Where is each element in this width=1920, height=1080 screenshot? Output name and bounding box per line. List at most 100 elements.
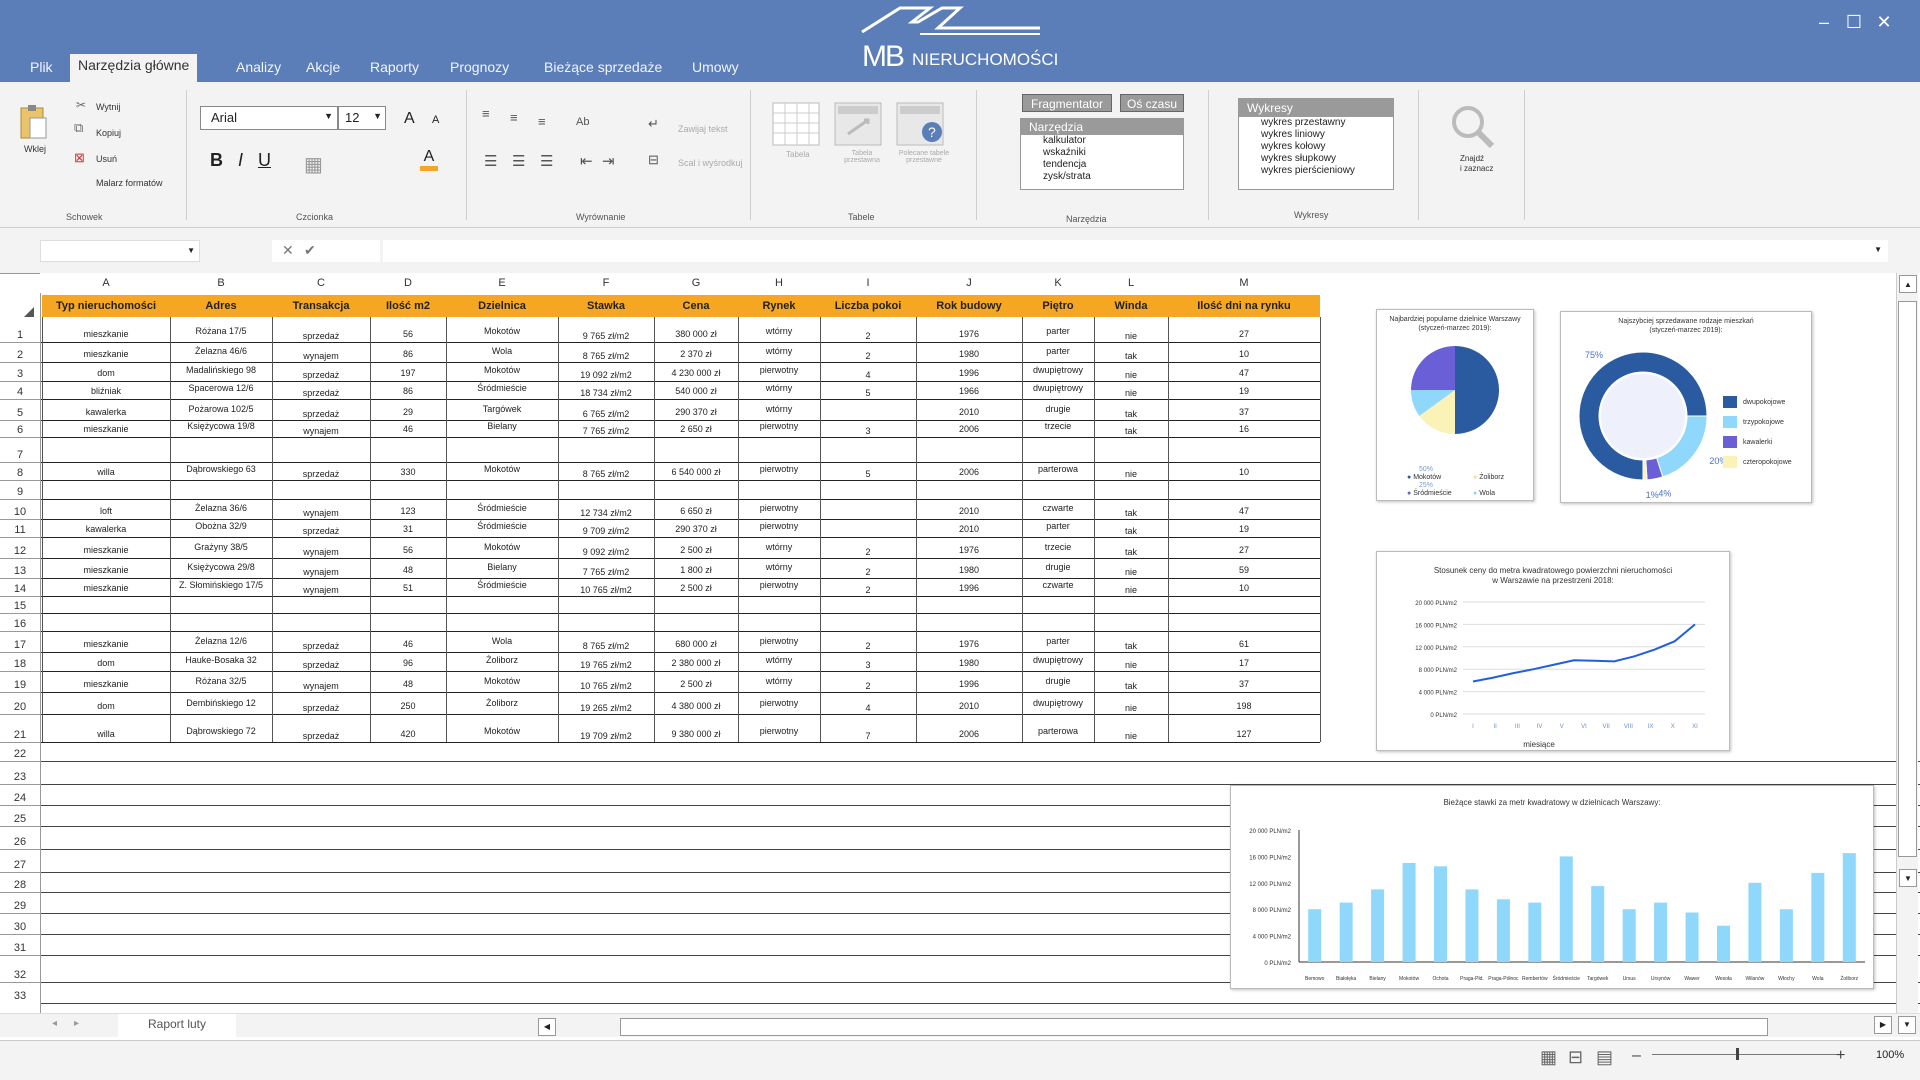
table-cell[interactable]: 4 — [820, 370, 916, 380]
table-cell[interactable]: 27 — [1168, 329, 1320, 339]
tools-item-1[interactable]: wskaźniki — [1021, 147, 1183, 159]
table-cell[interactable]: 123 — [370, 506, 446, 516]
table-cell[interactable]: wtórny — [738, 326, 820, 336]
row-header-21[interactable]: 21 — [0, 729, 40, 742]
table-cell[interactable]: 420 — [370, 729, 446, 739]
table-cell[interactable]: Bielany — [446, 421, 558, 431]
bar-Praga-Płd.[interactable] — [1465, 889, 1479, 962]
table-cell[interactable]: 12 734 zł/m2 — [558, 508, 654, 518]
table-cell[interactable]: sprzedaż — [272, 331, 370, 341]
table-cell[interactable]: Pożarowa 102/5 — [170, 404, 272, 414]
row-header-29[interactable]: 29 — [0, 900, 40, 913]
table-cell[interactable]: pierwotny — [738, 580, 820, 590]
wrap-text-icon[interactable]: ↵ — [648, 116, 659, 132]
charts-listbox[interactable]: Wykresy wykres przestawny wykres liniowy w… — [1238, 98, 1394, 190]
table-cell[interactable]: Śródmieście — [446, 503, 558, 513]
column-header-D[interactable]: D — [370, 273, 446, 293]
name-box[interactable]: ▼ — [40, 240, 200, 262]
table-cell[interactable]: 48 — [370, 565, 446, 575]
table-cell[interactable]: 1976 — [916, 639, 1022, 649]
bar-Ursus[interactable] — [1622, 909, 1636, 962]
table-cell[interactable]: wynajem — [272, 567, 370, 577]
table-cell[interactable]: tak — [1094, 526, 1168, 536]
table-cell[interactable]: wynajem — [272, 351, 370, 361]
table-cell[interactable]: sprzedaż — [272, 731, 370, 741]
table-cell[interactable]: 4 230 000 zł — [654, 368, 738, 378]
table-cell[interactable]: sprzedaż — [272, 641, 370, 651]
row-header-33[interactable]: 33 — [0, 990, 40, 1003]
table-cell[interactable]: Mokotów — [446, 326, 558, 336]
table-cell[interactable]: 2 370 zł — [654, 349, 738, 359]
table-cell[interactable]: sprzedaż — [272, 469, 370, 479]
row-header-32[interactable]: 32 — [0, 969, 40, 982]
table-cell[interactable]: 2 500 zł — [654, 583, 738, 593]
merge-center-button[interactable]: Scal i wyśrodkuj — [678, 158, 743, 168]
page-break-icon[interactable]: ▤ — [1596, 1047, 1613, 1068]
row-header-19[interactable]: 19 — [0, 679, 40, 692]
table-cell[interactable]: 37 — [1168, 679, 1320, 689]
table-cell[interactable]: Żoliborz — [446, 698, 558, 708]
table-cell[interactable]: 96 — [370, 658, 446, 668]
table-cell[interactable]: 197 — [370, 368, 446, 378]
table-cell[interactable]: Śródmieście — [446, 521, 558, 531]
column-header-A[interactable]: A — [42, 273, 170, 293]
row-header-2[interactable]: 2 — [0, 349, 40, 362]
table-cell[interactable]: 1980 — [916, 349, 1022, 359]
bar-Bielany[interactable] — [1371, 889, 1385, 962]
row-header-9[interactable]: 9 — [0, 486, 40, 499]
table-cell[interactable]: Spacerowa 12/6 — [170, 383, 272, 393]
table-cell[interactable]: 6 765 zł/m2 — [558, 409, 654, 419]
table-cell[interactable]: mieszkanie — [42, 639, 170, 649]
table-cell[interactable]: 1 800 zł — [654, 565, 738, 575]
table-cell[interactable]: 27 — [1168, 545, 1320, 555]
tab-1[interactable]: Narzędzia główne — [70, 54, 198, 82]
chart-price-per-m2-2018[interactable]: Stosunek ceny do metra kwadratowego powi… — [1376, 551, 1730, 751]
table-cell[interactable]: 17 — [1168, 658, 1320, 668]
table-cell[interactable]: 9 765 zł/m2 — [558, 331, 654, 341]
table-cell[interactable]: 250 — [370, 701, 446, 711]
underline-button[interactable]: U — [258, 150, 271, 171]
table-cell[interactable]: Madalińskiego 98 — [170, 365, 272, 375]
copy-button[interactable]: Kopiuj — [96, 128, 121, 138]
table-cell[interactable]: tak — [1094, 508, 1168, 518]
align-left-icon[interactable]: ☰ — [484, 152, 497, 170]
align-center-icon[interactable]: ☰ — [512, 152, 525, 170]
table-cell[interactable]: 2 650 zł — [654, 424, 738, 434]
next-sheet-icon[interactable]: ▸ — [74, 1018, 79, 1029]
align-top-icon[interactable]: ≡ — [482, 106, 490, 121]
table-cell[interactable]: parter — [1022, 521, 1094, 531]
table-cell[interactable]: 2006 — [916, 729, 1022, 739]
table-cell[interactable]: 2 380 000 zł — [654, 658, 738, 668]
table-cell[interactable]: tak — [1094, 641, 1168, 651]
table-cell[interactable]: sprzedaż — [272, 370, 370, 380]
table-cell[interactable]: sprzedaż — [272, 703, 370, 713]
row-header-27[interactable]: 27 — [0, 859, 40, 872]
spreadsheet[interactable]: A B C D E F G H I J K L M Typ nieruchomości Adres Trans… — [0, 273, 1920, 1013]
table-cell[interactable]: 2006 — [916, 424, 1022, 434]
table-cell[interactable]: pierwotny — [738, 636, 820, 646]
align-bottom-icon[interactable]: ≡ — [538, 114, 546, 129]
row-header-15[interactable]: 15 — [0, 600, 40, 613]
table-cell[interactable]: wynajem — [272, 508, 370, 518]
page-layout-icon[interactable]: ⊟ — [1568, 1047, 1583, 1068]
table-cell[interactable]: 2 — [820, 547, 916, 557]
table-cell[interactable]: Różana 17/5 — [170, 326, 272, 336]
table-cell[interactable]: nie — [1094, 567, 1168, 577]
table-cell[interactable]: 680 000 zł — [654, 639, 738, 649]
row-header-26[interactable]: 26 — [0, 836, 40, 849]
tab-2[interactable]: Analizy — [228, 56, 289, 82]
table-cell[interactable]: pierwotny — [738, 698, 820, 708]
table-cell[interactable]: 4 380 000 zł — [654, 701, 738, 711]
table-cell[interactable]: parter — [1022, 326, 1094, 336]
row-header-4[interactable]: 4 — [0, 386, 40, 399]
table-cell[interactable]: 1996 — [916, 583, 1022, 593]
column-header-G[interactable]: G — [654, 273, 738, 293]
table-cell[interactable]: nie — [1094, 388, 1168, 398]
table-cell[interactable]: 9 380 000 zł — [654, 729, 738, 739]
row-header-3[interactable]: 3 — [0, 368, 40, 381]
scroll-up-button[interactable]: ▲ — [1899, 275, 1917, 293]
table-cell[interactable]: wynajem — [272, 585, 370, 595]
table-cell[interactable]: mieszkanie — [42, 329, 170, 339]
table-cell[interactable]: 10 765 zł/m2 — [558, 585, 654, 595]
tab-6[interactable]: Bieżące sprzedaże — [536, 56, 670, 82]
